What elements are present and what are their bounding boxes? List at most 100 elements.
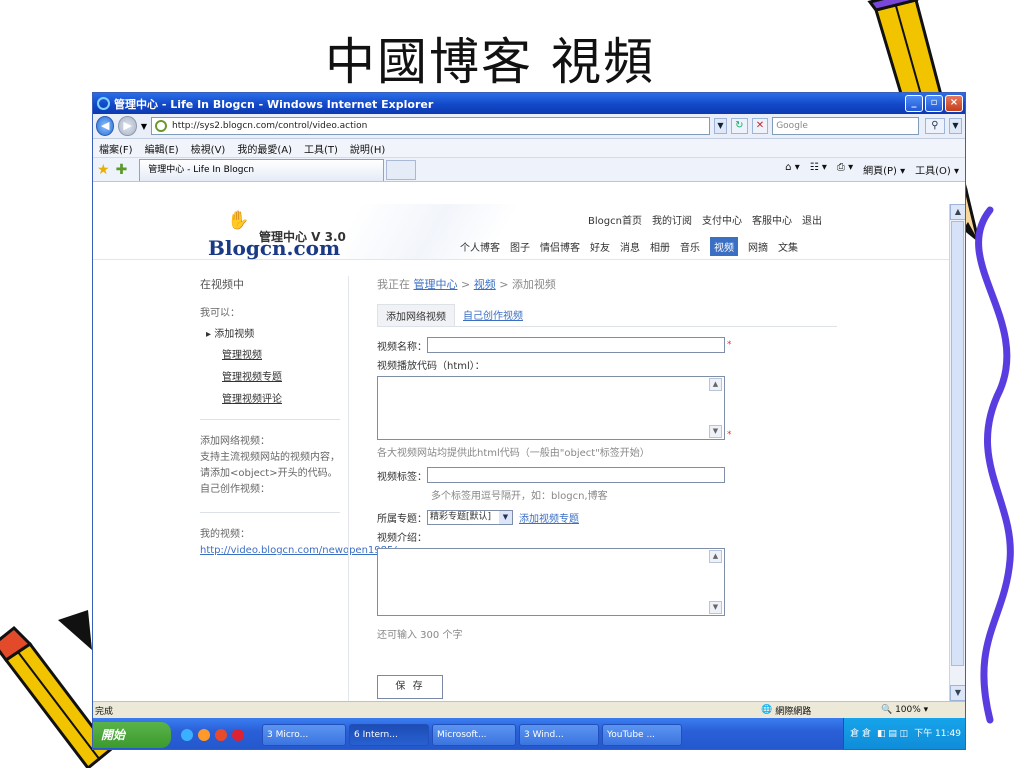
home-icon[interactable]: ⌂ ▾ bbox=[785, 162, 800, 177]
nav-tuzi[interactable]: 图子 bbox=[510, 237, 530, 256]
save-button[interactable]: 保 存 bbox=[377, 675, 443, 699]
breadcrumb-manage-center[interactable]: 管理中心 bbox=[414, 278, 458, 291]
address-input[interactable]: http://sys2.blogcn.com/control/video.act… bbox=[151, 117, 711, 135]
video-name-input[interactable] bbox=[427, 337, 725, 353]
sidebar-self-made: 自己创作视频： bbox=[200, 484, 270, 495]
code-label: 视频播放代码（html）： bbox=[377, 361, 485, 372]
sidebar-item-manage-comments[interactable]: 管理视频评论 bbox=[222, 390, 340, 405]
main-form: 我正在 管理中心 > 视频 > 添加视频 添加网络视频 自己创作视频 视频名称：… bbox=[377, 276, 847, 699]
opera-quick-icon[interactable] bbox=[232, 728, 244, 741]
history-dropdown-icon[interactable]: ▼ bbox=[141, 122, 147, 131]
site-nav: 个人博客 图子 情侣博客 好友 消息 相册 音乐 视频 网摘 文集 bbox=[460, 237, 798, 256]
sidebar-item-add-video[interactable]: ▸ 添加视频 bbox=[206, 325, 340, 340]
search-options-button[interactable]: ▼ bbox=[949, 118, 962, 134]
video-code-textarea[interactable]: ▲ ▼ bbox=[377, 376, 725, 440]
zoom-level[interactable]: 🔍 100% ▾ bbox=[881, 705, 928, 715]
toplink-logout[interactable]: 退出 bbox=[802, 212, 822, 227]
top-links: Blogcn首页 我的订阅 支付中心 客服中心 退出 bbox=[588, 212, 822, 227]
breadcrumb-video[interactable]: 视频 bbox=[474, 278, 496, 291]
toplink-home[interactable]: Blogcn首页 bbox=[588, 212, 642, 227]
form-tabs: 添加网络视频 自己创作视频 bbox=[377, 304, 837, 327]
nav-couple[interactable]: 情侣博客 bbox=[540, 237, 580, 256]
ie-quick-icon[interactable] bbox=[181, 728, 193, 741]
favorites-bar: ★ ✚ 管理中心 - Life In Blogcn ⌂ ▾ ☷ ▾ ⎙ ▾ 網頁… bbox=[93, 158, 965, 182]
nav-bookmarks[interactable]: 网摘 bbox=[748, 237, 768, 256]
forward-button[interactable]: ▶ bbox=[118, 116, 137, 136]
tab-add-net-video[interactable]: 添加网络视频 bbox=[377, 304, 455, 326]
sidebar-divider bbox=[200, 419, 340, 420]
status-text: 完成 bbox=[95, 706, 114, 717]
tools-menu[interactable]: 工具(O) ▾ bbox=[915, 162, 959, 177]
search-input[interactable]: Google bbox=[772, 117, 919, 135]
menu-view[interactable]: 檢視(V) bbox=[191, 141, 226, 156]
close-button[interactable]: × bbox=[945, 95, 963, 112]
page-scrollbar[interactable]: ▲ ▼ bbox=[949, 204, 965, 701]
scroll-down-icon[interactable]: ▼ bbox=[950, 685, 965, 701]
taskbar-ie[interactable]: 6 Intern... bbox=[349, 723, 429, 746]
site-header: ✋ 管理中心 V 3.0 Blogcn.com Blogcn首页 我的订阅 支付… bbox=[93, 204, 951, 260]
sidebar-can-label: 我可以： bbox=[200, 308, 240, 319]
video-tag-input[interactable] bbox=[427, 467, 725, 483]
slide: 中國博客 視頻 管理中心 - Life In Blogcn - Windows … bbox=[0, 0, 1024, 768]
nav-music[interactable]: 音乐 bbox=[680, 237, 700, 256]
nav-messages[interactable]: 消息 bbox=[620, 237, 640, 256]
menu-favorites[interactable]: 我的最愛(A) bbox=[237, 141, 292, 156]
topic-label: 所属专题： bbox=[377, 514, 427, 525]
required-mark-2: * bbox=[727, 430, 732, 440]
menu-help[interactable]: 說明(H) bbox=[350, 141, 385, 156]
toplink-pay[interactable]: 支付中心 bbox=[702, 212, 742, 227]
minimize-button[interactable]: _ bbox=[905, 95, 923, 112]
video-intro-textarea[interactable]: ▲ ▼ bbox=[377, 548, 725, 616]
taskbar-explorer[interactable]: 3 Wind... bbox=[519, 723, 599, 746]
sidebar-item-manage-video[interactable]: 管理视频 bbox=[222, 346, 340, 361]
scroll-thumb[interactable] bbox=[951, 221, 964, 666]
address-dropdown-button[interactable]: ▼ bbox=[714, 118, 727, 134]
sidebar-my-video-link[interactable]: http://video.blogcn.com/newopen1985/ bbox=[200, 543, 397, 559]
refresh-button[interactable]: ↻ bbox=[730, 118, 748, 134]
nav-blog[interactable]: 个人博客 bbox=[460, 237, 500, 256]
chevron-down-icon: ▼ bbox=[499, 511, 512, 524]
scroll-up-icon[interactable]: ▲ bbox=[950, 204, 965, 220]
code-hint: 各大视频网站均提供此html代码（一般由"object"标签开始） bbox=[377, 448, 650, 459]
quick-launch bbox=[181, 728, 244, 741]
taskbar-powerpoint[interactable]: Microsoft... bbox=[432, 723, 516, 746]
window-titlebar[interactable]: 管理中心 - Life In Blogcn - Windows Internet… bbox=[93, 93, 965, 114]
back-button[interactable]: ◀ bbox=[96, 116, 115, 136]
toplink-subscribe[interactable]: 我的订阅 bbox=[652, 212, 692, 227]
app-quick-icon[interactable] bbox=[215, 728, 227, 741]
menu-file[interactable]: 檔案(F) bbox=[99, 141, 133, 156]
sidebar-item-manage-topics[interactable]: 管理视频专题 bbox=[222, 368, 340, 383]
breadcrumb: 我正在 管理中心 > 视频 > 添加视频 bbox=[377, 278, 556, 291]
ime-icon[interactable]: 倉 倉 bbox=[850, 718, 871, 749]
sidebar: 在视频中 我可以： ▸ 添加视频 管理视频 管理视频专题 管理视频评论 添加网络… bbox=[200, 276, 397, 559]
menu-tools[interactable]: 工具(T) bbox=[304, 141, 338, 156]
search-icon[interactable]: ⚲ bbox=[924, 118, 946, 134]
start-button[interactable]: 開始 bbox=[93, 721, 171, 748]
maximize-button[interactable]: ▫ bbox=[925, 95, 943, 112]
firefox-quick-icon[interactable] bbox=[198, 728, 210, 741]
ie-logo-icon bbox=[97, 97, 110, 110]
feeds-icon[interactable]: ☷ ▾ bbox=[810, 162, 827, 177]
address-bar: ◀ ▶ ▼ http://sys2.blogcn.com/control/vid… bbox=[93, 114, 965, 139]
favorites-star-icon[interactable]: ★ bbox=[97, 162, 110, 178]
tab-current[interactable]: 管理中心 - Life In Blogcn bbox=[139, 158, 385, 181]
char-remaining: 还可输入 300 个字 bbox=[377, 630, 463, 641]
nav-album[interactable]: 相册 bbox=[650, 237, 670, 256]
nav-video[interactable]: 视频 bbox=[710, 237, 738, 256]
add-topic-link[interactable]: 添加视频专题 bbox=[519, 510, 579, 525]
menu-edit[interactable]: 編輯(E) bbox=[145, 141, 179, 156]
taskbar-word[interactable]: 3 Micro... bbox=[262, 723, 346, 746]
add-favorite-icon[interactable]: ✚ bbox=[116, 162, 128, 178]
toplink-service[interactable]: 客服中心 bbox=[752, 212, 792, 227]
print-icon[interactable]: ⎙ ▾ bbox=[837, 162, 853, 177]
tray-icons[interactable]: ◧ ▤ ◫ bbox=[877, 718, 908, 749]
topic-select[interactable]: 精彩专题[默认] ▼ bbox=[427, 510, 513, 525]
tag-label: 视频标签： bbox=[377, 471, 427, 483]
page-menu[interactable]: 網頁(P) ▾ bbox=[863, 162, 905, 177]
taskbar-youtube[interactable]: YouTube ... bbox=[602, 723, 682, 746]
new-tab-button[interactable] bbox=[386, 159, 417, 180]
stop-button[interactable]: ✕ bbox=[751, 118, 769, 134]
nav-friends[interactable]: 好友 bbox=[590, 237, 610, 256]
nav-articles[interactable]: 文集 bbox=[778, 237, 798, 256]
tab-self-made-video[interactable]: 自己创作视频 bbox=[455, 304, 531, 326]
